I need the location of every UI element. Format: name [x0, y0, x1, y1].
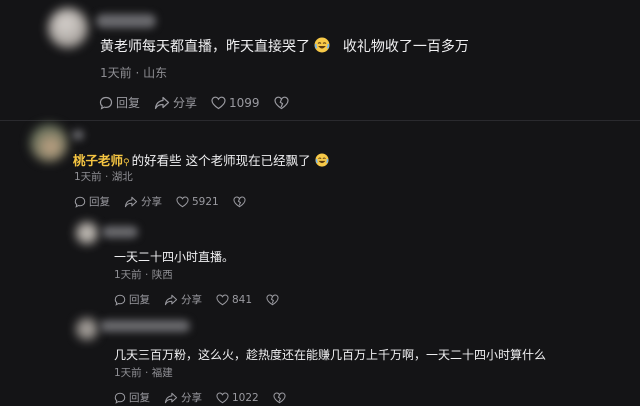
- location: 福建: [151, 367, 173, 379]
- share-button[interactable]: 分享: [164, 390, 202, 405]
- reply-button[interactable]: 回复: [114, 292, 150, 307]
- search-icon: ⚲: [123, 158, 130, 168]
- timestamp: 1天前: [74, 171, 102, 183]
- heart-icon: [176, 196, 189, 207]
- comment-actions: 回复 分享 1022: [114, 390, 303, 405]
- dislike-button[interactable]: [233, 196, 249, 208]
- location: 湖北: [111, 171, 133, 183]
- like-button[interactable]: 841: [216, 294, 252, 306]
- like-button[interactable]: 1022: [216, 392, 259, 404]
- laugh-cry-emoji-icon: [315, 153, 329, 170]
- share-button[interactable]: 分享: [164, 292, 202, 307]
- reply-icon: [74, 196, 86, 208]
- dislike-button[interactable]: [273, 392, 289, 404]
- location: 山东: [143, 66, 168, 80]
- avatar[interactable]: [48, 8, 88, 48]
- comment-actions: 回复 分享 1099: [99, 94, 306, 111]
- comment-meta: 1天前 · 陕西: [114, 269, 173, 281]
- dislike-button[interactable]: [273, 96, 292, 110]
- comment-actions: 回复 分享 5921: [74, 194, 263, 209]
- broken-heart-icon: [273, 392, 286, 403]
- broken-heart-icon: [266, 294, 279, 305]
- username-blurred[interactable]: [100, 320, 190, 332]
- avatar[interactable]: [30, 124, 68, 162]
- reply-text: 一天二十四小时直播。: [114, 250, 235, 264]
- share-button[interactable]: 分享: [154, 94, 197, 111]
- username-blurred[interactable]: [96, 14, 156, 28]
- share-arrow-icon: [164, 294, 178, 305]
- timestamp: 1天前: [114, 269, 142, 281]
- heart-icon: [216, 392, 229, 403]
- like-count: 1022: [232, 391, 259, 404]
- reply-button[interactable]: 回复: [74, 194, 110, 209]
- comment-text: 黄老师每天都直播，昨天直接哭了 收礼物收了一百多万: [100, 37, 469, 57]
- reply-button[interactable]: 回复: [99, 94, 140, 111]
- heart-icon: [211, 96, 226, 109]
- comment-meta: 1天前 · 山东: [100, 66, 168, 80]
- reply-button[interactable]: 回复: [114, 390, 150, 405]
- location: 陕西: [151, 269, 173, 281]
- broken-heart-icon: [273, 96, 289, 109]
- reply-icon: [114, 294, 126, 306]
- divider: [0, 120, 640, 121]
- comment-actions: 回复 分享 841: [114, 292, 296, 307]
- mentioned-author[interactable]: 桃子老师: [73, 153, 123, 168]
- laugh-cry-emoji-icon: [314, 37, 330, 57]
- reply-icon: [99, 96, 113, 110]
- timestamp: 1天前: [114, 367, 142, 379]
- avatar[interactable]: [76, 222, 98, 244]
- like-count: 1099: [229, 95, 260, 110]
- share-button[interactable]: 分享: [124, 194, 162, 209]
- broken-heart-icon: [233, 196, 246, 207]
- comment-text: 桃子老师⚲ 的好看些 这个老师现在已经飘了: [73, 150, 329, 170]
- comment-meta: 1天前 · 湖北: [74, 171, 133, 183]
- reply-icon: [114, 392, 126, 404]
- timestamp: 1天前: [100, 66, 132, 80]
- avatar[interactable]: [76, 318, 98, 340]
- share-arrow-icon: [154, 96, 170, 109]
- heart-icon: [216, 294, 229, 305]
- comment-meta: 1天前 · 福建: [114, 367, 173, 379]
- username-blurred[interactable]: [72, 130, 84, 140]
- dislike-button[interactable]: [266, 294, 282, 306]
- like-count: 841: [232, 293, 253, 306]
- like-count: 5921: [192, 195, 219, 208]
- like-button[interactable]: 5921: [176, 196, 219, 208]
- share-arrow-icon: [124, 196, 138, 207]
- reply-text: 几天三百万粉，这么火，趁热度还在能赚几百万上千万啊，一天二十四小时算什么: [114, 348, 547, 362]
- username-blurred[interactable]: [102, 226, 138, 238]
- share-arrow-icon: [164, 392, 178, 403]
- like-button[interactable]: 1099: [211, 96, 260, 110]
